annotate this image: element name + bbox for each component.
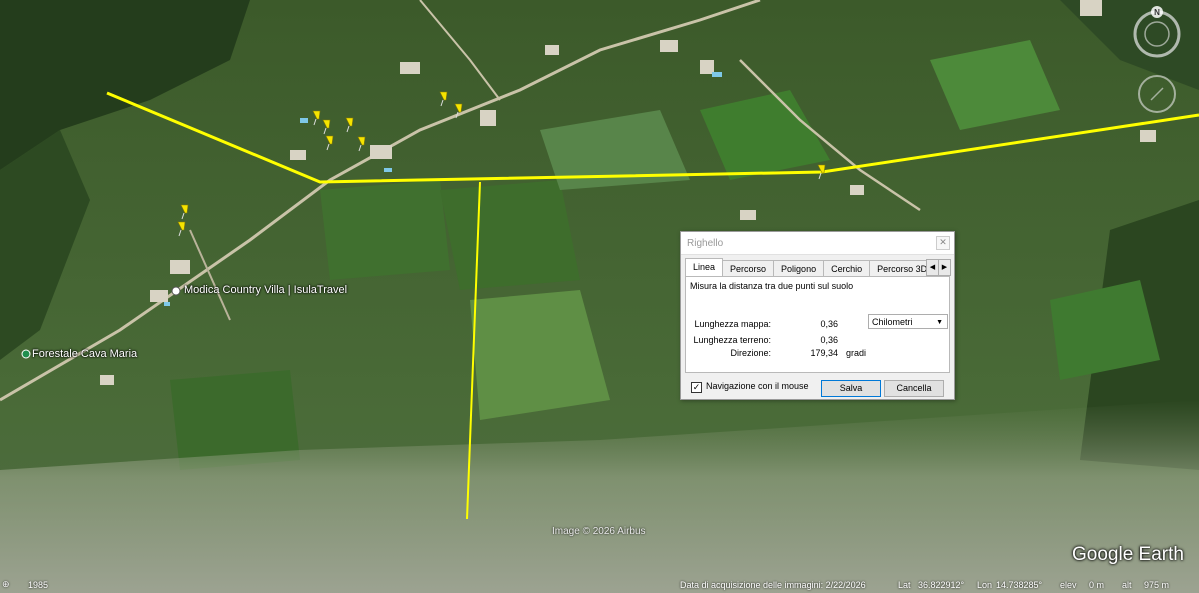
lon-value: 14.738285°: [996, 580, 1043, 590]
lon-label: Lon: [977, 580, 993, 590]
heading-row: Direzione: 179,34 gradi: [686, 348, 949, 361]
lat-value: 36.822912°: [918, 580, 965, 590]
acquisition-date: Data di acquisizione delle immagini: 2/2…: [680, 580, 866, 590]
tab-percorso[interactable]: Percorso: [722, 260, 775, 277]
ruler-dialog: Righello ✕ Linea Percorso Poligono Cerch…: [680, 231, 955, 400]
chevron-down-icon: ▼: [936, 319, 943, 326]
elev-value: 0 m: [1089, 580, 1105, 590]
tab-scroll-arrows: ◀ ▶: [926, 259, 951, 276]
villa-label[interactable]: Modica Country Villa | IsulaTravel: [184, 284, 347, 296]
heading-unit: gradi: [846, 348, 867, 358]
heading-label: Direzione:: [730, 348, 771, 358]
cancel-button[interactable]: Cancella: [884, 380, 944, 397]
satellite-map[interactable]: [0, 0, 1199, 593]
unit-select[interactable]: Chilometri ▼: [868, 314, 948, 329]
tab-linea[interactable]: Linea: [685, 258, 724, 277]
alt-value: 975 m: [1144, 580, 1170, 590]
close-icon[interactable]: ✕: [936, 236, 950, 250]
ruler-footer: ✓ Navigazione con il mouse Salva Cancell…: [689, 380, 951, 397]
elev-label: elev: [1060, 580, 1077, 590]
historical-imagery-icon[interactable]: ⊕: [2, 579, 10, 590]
forestale-label[interactable]: Forestale Cava Maria: [32, 348, 137, 360]
forest-place-icon[interactable]: [21, 349, 31, 359]
ground-length-value: 0,36: [820, 335, 838, 345]
ruler-titlebar[interactable]: Righello ✕: [681, 232, 954, 255]
mouse-nav-label[interactable]: Navigazione con il mouse: [706, 381, 809, 391]
lat-label: Lat: [898, 580, 911, 590]
ruler-title: Righello: [687, 237, 724, 249]
status-bar: ⊕ 1985 Data di acquisizione delle immagi…: [0, 578, 1199, 593]
map-length-value: 0,36: [820, 319, 838, 329]
compass-ring[interactable]: [1133, 10, 1181, 58]
field: [320, 180, 450, 280]
north-label: N: [1154, 8, 1160, 17]
ground-length-row: Lunghezza terreno: 0,36: [686, 335, 949, 348]
save-button[interactable]: Salva: [821, 380, 881, 397]
ruler-panel: Misura la distanza tra due punti sul suo…: [685, 276, 950, 373]
tab-poligono[interactable]: Poligono: [773, 260, 825, 277]
tab-scroll-right-icon[interactable]: ▶: [938, 259, 951, 276]
heading-value: 179,34: [810, 348, 838, 358]
move-arrow-icon: [1150, 87, 1164, 101]
google-earth-logo: Google Earth: [1072, 544, 1184, 565]
tab-cerchio[interactable]: Cerchio: [823, 260, 871, 277]
ground-length-label: Lunghezza terreno:: [693, 335, 771, 345]
imagery-attribution: Image © 2026 Airbus: [552, 526, 646, 537]
ruler-description: Misura la distanza tra due punti sul suo…: [690, 281, 854, 291]
mouse-nav-checkbox[interactable]: ✓: [691, 382, 702, 393]
look-joystick[interactable]: [1144, 21, 1170, 47]
field: [440, 180, 580, 290]
navigation-controls[interactable]: N: [1129, 4, 1187, 124]
ruler-tabs: Linea Percorso Poligono Cerchio Percorso…: [685, 258, 936, 277]
alt-label: alt: [1122, 580, 1132, 590]
villa-place-icon[interactable]: [171, 286, 181, 296]
map-length-label: Lunghezza mappa:: [694, 319, 771, 329]
unit-select-value: Chilometri: [872, 317, 913, 327]
imagery-year: 1985: [28, 580, 49, 590]
